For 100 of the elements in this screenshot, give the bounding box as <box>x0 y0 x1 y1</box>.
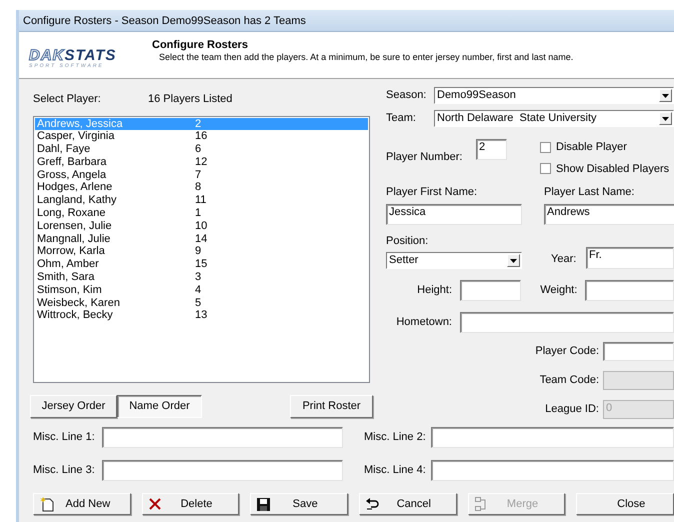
player-row[interactable]: Gross, Angela 7 <box>35 168 368 182</box>
player-name: Dahl, Faye <box>37 143 92 156</box>
jersey-number: 1 <box>195 207 202 220</box>
action-button[interactable]: Save <box>250 493 348 515</box>
misc-line-field[interactable] <box>102 460 343 481</box>
position-dropdown-value: Setter <box>389 253 418 268</box>
height-label: Height: <box>416 283 452 298</box>
window-title: Configure Rosters - Season Demo99Season has 2 Teams <box>23 15 306 27</box>
weight-field[interactable] <box>585 280 674 301</box>
jersey-number: 4 <box>195 284 202 297</box>
year-label: Year: <box>551 252 578 266</box>
player-listbox[interactable] <box>33 116 370 382</box>
player-name: Lorensen, Julie <box>37 220 113 233</box>
misc-line-label: Misc. Line 3: <box>33 463 96 478</box>
action-button[interactable]: Add New <box>33 493 131 515</box>
action-button[interactable]: Close <box>576 493 674 515</box>
jersey-number: 12 <box>195 156 208 169</box>
player-row[interactable]: Casper, Virginia 16 <box>35 130 368 144</box>
jersey-number: 16 <box>195 130 208 144</box>
player-number-label: Player Number: <box>386 150 464 165</box>
player-name: Wittrock, Becky <box>37 309 114 322</box>
misc-line-field[interactable] <box>431 460 674 481</box>
player-row[interactable]: Stimson, Kim 4 <box>35 284 368 297</box>
player-row[interactable]: Long, Roxane 1 <box>35 207 368 220</box>
checkbox[interactable] <box>540 163 551 174</box>
last-name-label: Player Last Name: <box>544 186 634 198</box>
player-name: Stimson, Kim <box>37 284 103 297</box>
player-name: Ohm, Amber <box>37 258 100 272</box>
player-count: 16 Players Listed <box>148 92 232 107</box>
misc-line-field[interactable] <box>102 427 343 448</box>
year-field[interactable]: Fr. <box>586 247 674 269</box>
undo-arrow-icon <box>366 498 380 510</box>
position-dropdown[interactable]: Setter <box>386 252 522 269</box>
player-row[interactable]: Ohm, Amber 15 <box>35 258 368 272</box>
team-label: Team: <box>386 111 417 126</box>
jersey-number: 6 <box>195 143 202 156</box>
player-row[interactable]: Lorensen, Julie 10 <box>35 220 368 233</box>
jersey-number: 10 <box>195 220 208 233</box>
season-label: Season: <box>386 88 428 104</box>
select-player-label: Select Player: <box>33 92 102 107</box>
last-name-field[interactable]: Andrews <box>544 204 674 224</box>
dialog-heading: Configure Rosters <box>152 39 249 51</box>
player-number-field[interactable]: 2 <box>476 139 507 160</box>
player-name: Smith, Sara <box>37 271 96 284</box>
code-label: League ID: <box>544 402 599 418</box>
misc-line-label: Misc. Line 1: <box>33 430 96 446</box>
player-row[interactable]: Hodges, Arlene 8 <box>35 181 368 194</box>
misc-line-field[interactable] <box>431 427 674 448</box>
season-dropdown-value: Demo99Season <box>437 88 516 104</box>
player-row[interactable]: Wittrock, Becky 13 <box>35 309 368 322</box>
hometown-label: Hometown: <box>395 315 452 330</box>
jersey-number: 2 <box>195 118 202 130</box>
sort-button[interactable]: Jersey Order <box>30 394 117 418</box>
checkbox-label: Disable Player <box>556 140 627 155</box>
first-name-field[interactable]: Jessica <box>386 204 522 224</box>
misc-line-label: Misc. Line 2: <box>364 430 427 446</box>
player-row[interactable]: Dahl, Faye 6 <box>35 143 368 156</box>
team-dropdown[interactable]: North Delaware State University <box>434 110 674 127</box>
jersey-number: 3 <box>195 271 202 284</box>
hometown-field[interactable] <box>460 312 674 333</box>
weight-label: Weight: <box>540 283 578 298</box>
jersey-number: 15 <box>195 258 208 272</box>
player-name: Mangnall, Julie <box>37 232 112 246</box>
jersey-number: 9 <box>195 245 202 258</box>
action-button[interactable]: Cancel <box>359 493 457 515</box>
player-name: Morrow, Karla <box>37 245 106 258</box>
print-roster-button[interactable]: Print Roster <box>290 394 373 418</box>
player-row[interactable]: Mangnall, Julie 14 <box>35 232 368 246</box>
code-label: Team Code: <box>538 373 599 388</box>
action-button[interactable]: Delete <box>142 493 240 515</box>
player-name: Gross, Angela <box>37 168 108 182</box>
instructions-text: Select the team then add the players. At a minimum, be sure to enter jersey number, first and last name. <box>159 51 574 63</box>
misc-line-label: Misc. Line 4: <box>364 463 427 478</box>
merge-icon <box>474 497 487 511</box>
player-name: Long, Roxane <box>37 207 106 220</box>
jersey-number: 8 <box>195 181 202 194</box>
jersey-number: 5 <box>195 296 202 310</box>
player-row[interactable]: Langland, Kathy 11 <box>35 194 368 208</box>
season-dropdown[interactable]: Demo99Season <box>434 87 674 104</box>
jersey-number: 13 <box>195 309 208 322</box>
jersey-number: 11 <box>195 194 206 208</box>
player-row[interactable]: Smith, Sara 3 <box>35 271 368 284</box>
jersey-number: 14 <box>195 232 208 246</box>
player-name: Andrews, Jessica <box>37 118 124 130</box>
checkbox[interactable] <box>540 142 551 153</box>
jersey-number: 7 <box>195 168 202 182</box>
player-row[interactable]: Weisbeck, Karen 5 <box>35 296 368 310</box>
code-field[interactable] <box>603 342 674 361</box>
new-document-icon <box>40 496 54 512</box>
player-name: Weisbeck, Karen <box>37 296 121 310</box>
player-name: Greff, Barbara <box>37 156 108 169</box>
height-field[interactable] <box>460 280 522 301</box>
player-row[interactable]: Morrow, Karla 9 <box>35 245 368 258</box>
position-label: Position: <box>386 234 428 246</box>
sort-button[interactable]: Name Order <box>117 394 202 418</box>
player-name: Casper, Virginia <box>37 130 116 144</box>
code-label: Player Code: <box>534 344 599 360</box>
player-row[interactable]: Greff, Barbara 12 <box>35 156 368 169</box>
x-icon <box>148 498 161 510</box>
player-name: Langland, Kathy <box>37 194 118 208</box>
